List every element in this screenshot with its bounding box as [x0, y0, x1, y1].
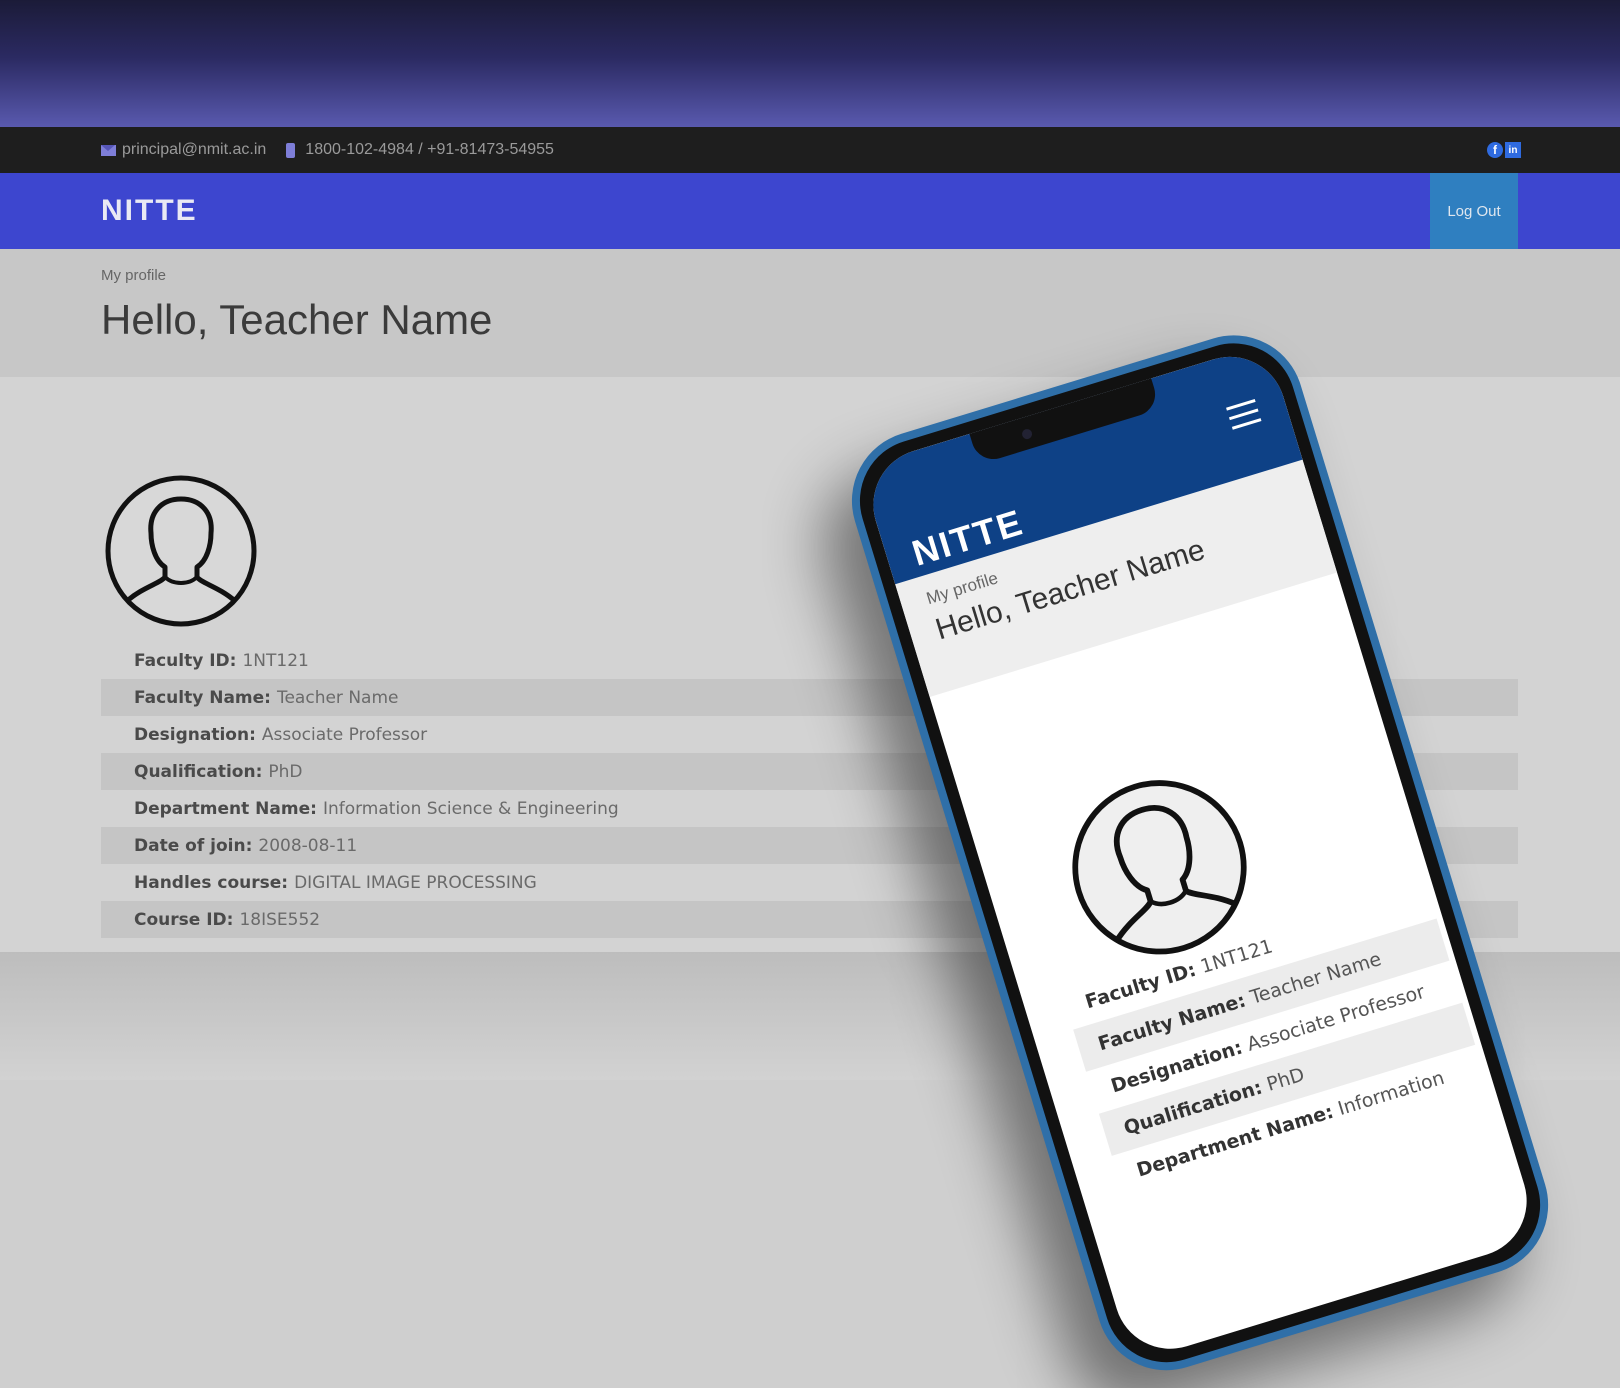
detail-value: Teacher Name	[276, 687, 399, 708]
detail-label: Faculty ID:	[134, 650, 237, 671]
logout-button[interactable]: Log Out	[1430, 173, 1518, 249]
detail-label: Handles course:	[134, 872, 289, 893]
mail-icon	[101, 144, 116, 156]
facebook-icon[interactable]: f	[1487, 142, 1503, 158]
detail-label: Designation:	[134, 724, 256, 745]
hamburger-menu-icon[interactable]	[1226, 398, 1263, 436]
social-links: f in	[1487, 142, 1521, 158]
contact-email-text: principal@nmit.ac.in	[122, 141, 267, 158]
detail-value: 1NT121	[242, 650, 309, 671]
detail-label: Department Name:	[134, 798, 317, 819]
detail-value: PhD	[268, 761, 303, 782]
contact-phone[interactable]: 1800-102-4984 / +91-81473-54955	[286, 141, 554, 159]
contact-phone-text: 1800-102-4984 / +91-81473-54955	[305, 141, 554, 158]
detail-value: Information Science & Engineering	[322, 798, 619, 819]
navbar: NITTE Log Out	[0, 173, 1620, 249]
detail-label: Date of join:	[134, 835, 253, 856]
detail-value: Associate Professor	[261, 724, 428, 745]
detail-label: Faculty Name:	[134, 687, 271, 708]
brand-logo[interactable]: NITTE	[101, 194, 198, 228]
avatar-icon	[105, 475, 257, 627]
breadcrumb[interactable]: My profile	[101, 267, 1620, 284]
page-title: Hello, Teacher Name	[101, 296, 493, 343]
contact-bar: principal@nmit.ac.in 1800-102-4984 / +91…	[0, 127, 1620, 173]
detail-value: 2008-08-11	[258, 835, 358, 856]
linkedin-icon[interactable]: in	[1505, 142, 1521, 158]
detail-label: Qualification:	[134, 761, 263, 782]
detail-value: DIGITAL IMAGE PROCESSING	[294, 872, 537, 893]
detail-value: 18ISE552	[239, 909, 321, 930]
phone-icon	[286, 142, 296, 158]
page-header: My profile Hello, Teacher Name	[0, 249, 1620, 377]
detail-label: Course ID:	[134, 909, 234, 930]
background-gradient-band	[0, 0, 1620, 128]
contact-email[interactable]: principal@nmit.ac.in	[101, 141, 266, 159]
